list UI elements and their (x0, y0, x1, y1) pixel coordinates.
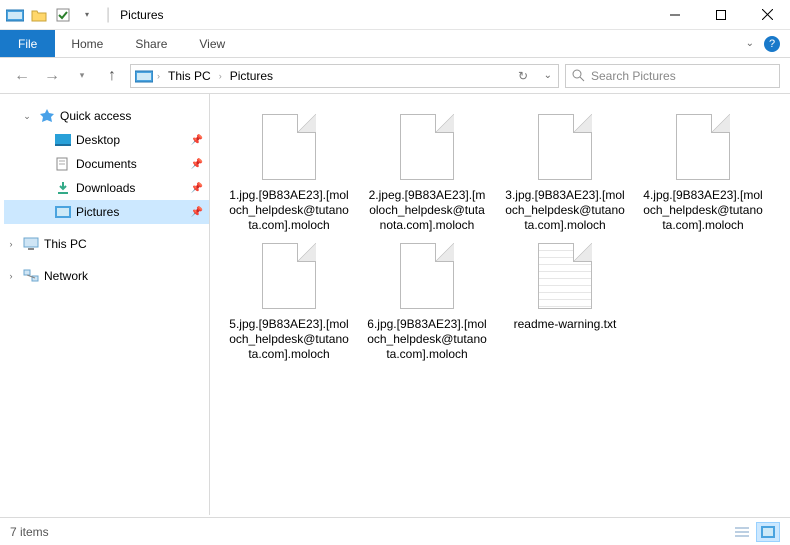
recent-dropdown[interactable]: ▾ (70, 64, 94, 88)
pin-icon: 📌 (191, 135, 203, 146)
app-icon (4, 4, 26, 26)
file-item[interactable]: 5.jpg.[9B83AE23].[moloch_helpdesk@tutano… (228, 243, 350, 362)
sidebar-label-documents: Documents (76, 157, 137, 171)
chevron-right-icon[interactable]: › (4, 271, 18, 281)
file-name-label: 6.jpg.[9B83AE23].[moloch_helpdesk@tutano… (366, 317, 488, 362)
sidebar-item-network[interactable]: › Network (4, 264, 209, 288)
breadcrumb-this-pc[interactable]: This PC (164, 69, 215, 83)
close-button[interactable] (744, 0, 790, 30)
pin-icon: 📌 (191, 159, 203, 170)
generic-file-icon (254, 243, 324, 313)
minimize-button[interactable] (652, 0, 698, 30)
file-grid: 1.jpg.[9B83AE23].[moloch_helpdesk@tutano… (228, 114, 780, 362)
downloads-icon (54, 180, 72, 196)
sidebar-label-this-pc: This PC (44, 237, 87, 251)
chevron-down-icon[interactable]: ⌄ (20, 111, 34, 122)
file-item[interactable]: 2.jpeg.[9B83AE23].[moloch_helpdesk@tutan… (366, 114, 488, 233)
share-tab[interactable]: Share (119, 30, 183, 57)
search-icon (572, 69, 585, 82)
generic-file-icon (530, 114, 600, 184)
sidebar-item-desktop[interactable]: Desktop 📌 (4, 128, 209, 152)
quick-access-toolbar: ▾ (0, 4, 102, 26)
refresh-icon[interactable]: ↻ (518, 69, 528, 83)
file-name-label: 2.jpeg.[9B83AE23].[moloch_helpdesk@tutan… (366, 188, 488, 233)
ribbon-expand-icon[interactable]: ⌄ (746, 38, 754, 49)
sidebar-item-documents[interactable]: Documents 📌 (4, 152, 209, 176)
help-icon[interactable]: ? (764, 36, 780, 52)
search-input[interactable]: Search Pictures (565, 64, 780, 88)
text-file-icon (530, 243, 600, 313)
search-placeholder: Search Pictures (591, 69, 676, 83)
this-pc-icon (22, 236, 40, 252)
qa-dropdown-icon[interactable]: ▾ (76, 4, 98, 26)
generic-file-icon (392, 243, 462, 313)
folder-icon[interactable] (28, 4, 50, 26)
checkbox-icon[interactable] (52, 4, 74, 26)
file-name-label: 4.jpg.[9B83AE23].[moloch_helpdesk@tutano… (642, 188, 764, 233)
view-tab[interactable]: View (183, 30, 241, 57)
file-item[interactable]: readme-warning.txt (504, 243, 626, 362)
sidebar-label-desktop: Desktop (76, 133, 120, 147)
star-icon (38, 108, 56, 124)
sidebar-label-network: Network (44, 269, 88, 283)
pin-icon: 📌 (191, 207, 203, 218)
file-item[interactable]: 1.jpg.[9B83AE23].[moloch_helpdesk@tutano… (228, 114, 350, 233)
item-count-label: 7 items (10, 525, 49, 539)
window-title: Pictures (114, 8, 163, 22)
address-bar: ← → ▾ ↑ › This PC › Pictures ⌄ ↻ Search … (0, 58, 790, 94)
desktop-icon (54, 132, 72, 148)
generic-file-icon (392, 114, 462, 184)
back-button[interactable]: ← (10, 64, 34, 88)
window-controls (652, 0, 790, 30)
file-name-label: 1.jpg.[9B83AE23].[moloch_helpdesk@tutano… (228, 188, 350, 233)
generic-file-icon (668, 114, 738, 184)
file-item[interactable]: 3.jpg.[9B83AE23].[moloch_helpdesk@tutano… (504, 114, 626, 233)
file-name-label: readme-warning.txt (514, 317, 617, 332)
forward-button[interactable]: → (40, 64, 64, 88)
documents-icon (54, 156, 72, 172)
sidebar-label-quick-access: Quick access (60, 109, 131, 123)
chevron-right-icon[interactable]: › (217, 71, 224, 81)
pictures-path-icon (135, 69, 153, 83)
chevron-right-icon[interactable]: › (155, 71, 162, 81)
thumbnails-view-button[interactable] (756, 522, 780, 542)
title-bar: ▾ | Pictures (0, 0, 790, 30)
sidebar-label-pictures: Pictures (76, 205, 119, 219)
sidebar-label-downloads: Downloads (76, 181, 135, 195)
address-dropdown-icon[interactable]: ⌄ (544, 70, 552, 81)
sidebar-item-quick-access[interactable]: ⌄ Quick access (4, 104, 209, 128)
generic-file-icon (254, 114, 324, 184)
breadcrumb-pictures[interactable]: Pictures (226, 69, 277, 83)
file-name-label: 5.jpg.[9B83AE23].[moloch_helpdesk@tutano… (228, 317, 350, 362)
view-switcher (730, 522, 780, 542)
file-name-label: 3.jpg.[9B83AE23].[moloch_helpdesk@tutano… (504, 188, 626, 233)
file-tab[interactable]: File (0, 30, 55, 57)
sidebar-item-downloads[interactable]: Downloads 📌 (4, 176, 209, 200)
breadcrumb[interactable]: › This PC › Pictures ⌄ ↻ (130, 64, 559, 88)
file-item[interactable]: 4.jpg.[9B83AE23].[moloch_helpdesk@tutano… (642, 114, 764, 233)
file-list-pane[interactable]: 1.jpg.[9B83AE23].[moloch_helpdesk@tutano… (210, 94, 790, 515)
main-area: ⌄ Quick access Desktop 📌 Documents 📌 Dow… (0, 94, 790, 515)
navigation-pane: ⌄ Quick access Desktop 📌 Documents 📌 Dow… (0, 94, 210, 515)
maximize-button[interactable] (698, 0, 744, 30)
title-separator: | (102, 6, 114, 24)
home-tab[interactable]: Home (55, 30, 119, 57)
status-bar: 7 items (0, 517, 790, 545)
details-view-button[interactable] (730, 522, 754, 542)
sidebar-item-this-pc[interactable]: › This PC (4, 232, 209, 256)
pin-icon: 📌 (191, 183, 203, 194)
ribbon: File Home Share View ⌄ ? (0, 30, 790, 58)
chevron-right-icon[interactable]: › (4, 239, 18, 249)
file-item[interactable]: 6.jpg.[9B83AE23].[moloch_helpdesk@tutano… (366, 243, 488, 362)
pictures-icon (54, 204, 72, 220)
up-button[interactable]: ↑ (100, 64, 124, 88)
network-icon (22, 268, 40, 284)
sidebar-item-pictures[interactable]: Pictures 📌 (4, 200, 209, 224)
